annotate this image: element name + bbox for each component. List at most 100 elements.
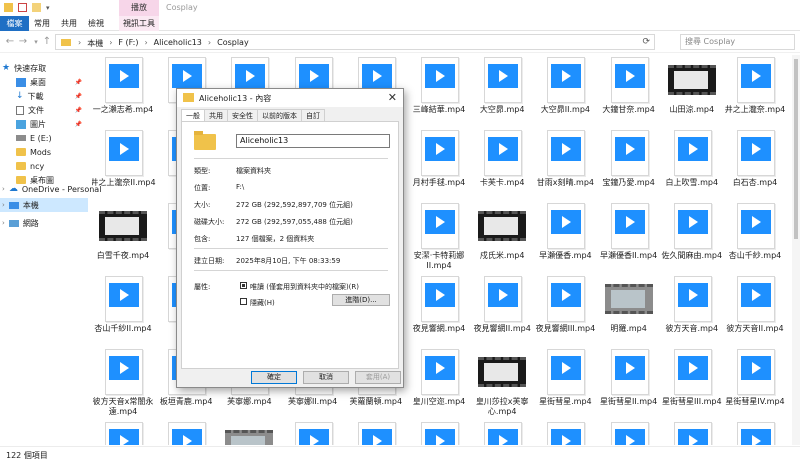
file-item[interactable]: 彼方天音x常闇永遠.mp4	[92, 347, 153, 417]
file-item[interactable]: 井之上瀧奈II.mp4	[92, 128, 156, 198]
file-item[interactable]	[408, 420, 468, 445]
tab-view[interactable]: 檢視	[85, 16, 107, 31]
file-item[interactable]	[218, 420, 278, 445]
file-item[interactable]: 安潔·卡特莉娜II.mp4	[408, 201, 468, 271]
readonly-checkbox[interactable]	[240, 282, 247, 289]
video-file-icon	[673, 130, 712, 176]
refresh-icon[interactable]: ⟳	[642, 37, 650, 47]
sidebar-item-this-pc[interactable]: › 本機	[0, 198, 88, 212]
breadcrumb-aliceholic13[interactable]: Aliceholic13	[154, 38, 202, 49]
chevron-right-icon[interactable]: ›	[2, 185, 5, 193]
sidebar-item-label: Mods	[30, 147, 52, 157]
up-button[interactable]: ↑	[42, 36, 52, 48]
file-item[interactable]	[155, 420, 215, 445]
file-item[interactable]: 夜見響網III.mp4	[534, 274, 595, 344]
file-item[interactable]: 彼方天音II.mp4	[724, 274, 784, 344]
file-name: 戍氏米.mp4	[479, 251, 525, 260]
scrollbar-thumb[interactable]	[794, 59, 798, 239]
customize-toolbar-icon[interactable]: ▾	[46, 4, 50, 12]
file-item[interactable]: 山田涼.mp4	[661, 55, 721, 125]
sidebar-item-mods[interactable]: Mods	[16, 145, 51, 159]
file-item[interactable]: 白上吹雪.mp4	[661, 128, 721, 198]
file-item[interactable]: 星街彗星IV.mp4	[724, 347, 785, 417]
hidden-checkbox[interactable]	[240, 298, 247, 305]
file-item[interactable]: 杏山千紗.mp4	[724, 201, 784, 271]
file-item[interactable]: 大空昴.mp4	[471, 55, 531, 125]
chevron-right-icon[interactable]: ›	[2, 219, 5, 227]
properties-icon[interactable]	[18, 3, 27, 12]
file-item[interactable]: 佐久間麻由.mp4	[661, 201, 722, 271]
file-item[interactable]	[471, 420, 531, 445]
file-name: 安潔·卡特莉娜II.mp4	[413, 251, 465, 270]
tab-share[interactable]: 共用	[58, 16, 80, 31]
video-file-icon	[547, 57, 586, 103]
file-item[interactable]: 星街彗星II.mp4	[598, 347, 658, 417]
file-item[interactable]: 早瀬優香II.mp4	[598, 201, 658, 271]
breadcrumb-cosplay[interactable]: Cosplay	[217, 38, 249, 49]
file-item[interactable]: 宝鐘乃愛.mp4	[598, 128, 658, 198]
file-item[interactable]: 一之瀨志希.mp4	[92, 55, 153, 125]
address-bar[interactable]: › 本機 › F (F:) › Aliceholic13 › Cosplay ⟳	[55, 34, 655, 50]
chevron-right-icon[interactable]: ›	[2, 201, 5, 209]
file-item[interactable]	[92, 420, 152, 445]
file-item[interactable]: 星街彗星.mp4	[534, 347, 594, 417]
sidebar-item-pictures[interactable]: 圖片 📌	[16, 117, 88, 131]
sidebar-item-desktop[interactable]: 桌面 📌	[16, 75, 88, 89]
file-item[interactable]	[598, 420, 658, 445]
file-item[interactable]: 星街彗星III.mp4	[661, 347, 722, 417]
tab-file[interactable]: 檔案	[0, 16, 29, 31]
video-file-icon	[610, 349, 649, 395]
file-item[interactable]: 夜見響網.mp4	[408, 274, 468, 344]
file-item[interactable]: 大鐘甘奈.mp4	[598, 55, 658, 125]
file-item[interactable]: 明羅.mp4	[598, 274, 658, 344]
file-item[interactable]: 卡芙卡.mp4	[471, 128, 531, 198]
folder-name-input[interactable]: Aliceholic13	[236, 134, 390, 148]
sidebar-item-quick-access[interactable]: ★ 快速存取	[2, 61, 46, 75]
recent-locations-icon[interactable]: ▾	[31, 36, 41, 48]
tab-home[interactable]: 常用	[31, 16, 53, 31]
file-item[interactable]: 杏山千紗II.mp4	[92, 274, 152, 344]
tab-video-tools[interactable]: 視訊工具	[119, 16, 159, 31]
sidebar-item-ncy[interactable]: ncy	[16, 159, 44, 173]
file-item[interactable]: 月村手毬.mp4	[408, 128, 468, 198]
file-item[interactable]: 皇川莎拉x芙寧心.mp4	[471, 347, 531, 417]
ok-button[interactable]: 確定	[251, 371, 297, 384]
file-item[interactable]: 井之上瀧奈.mp4	[724, 55, 785, 125]
breadcrumb-this-pc[interactable]: 本機	[87, 38, 103, 49]
sidebar-item-label: OneDrive - Personal	[21, 184, 102, 194]
file-item[interactable]: 皇川空迩.mp4	[408, 347, 468, 417]
file-item[interactable]: 甘雨x刻晴.mp4	[534, 128, 594, 198]
apply-button[interactable]: 套用(A)	[355, 371, 401, 384]
file-item[interactable]: 戍氏米.mp4	[471, 201, 531, 271]
file-item[interactable]: 白雪千夜.mp4	[92, 201, 152, 271]
video-thumbnail	[478, 211, 527, 241]
file-item[interactable]	[724, 420, 784, 445]
file-name: 大鐘甘奈.mp4	[602, 105, 655, 114]
file-item[interactable]: 早瀬優香.mp4	[534, 201, 594, 271]
thumbnail-frame	[105, 217, 139, 235]
sidebar-item-drive-e[interactable]: E (E:)	[16, 131, 52, 145]
file-item[interactable]	[661, 420, 721, 445]
sidebar-item-downloads[interactable]: ↓ 下載 📌	[16, 89, 88, 103]
file-item[interactable]: 三峰結華.mp4	[408, 55, 468, 125]
file-item[interactable]: 白石杏.mp4	[724, 128, 784, 198]
advanced-button[interactable]: 進階(D)...	[332, 294, 390, 306]
file-item[interactable]: 大空昴II.mp4	[534, 55, 594, 125]
breadcrumb-drive[interactable]: F (F:)	[118, 38, 138, 49]
video-file-icon	[547, 203, 586, 249]
new-folder-icon[interactable]	[32, 3, 41, 12]
sidebar-item-onedrive[interactable]: › ☁ OneDrive - Personal	[2, 182, 101, 196]
search-input[interactable]: 搜尋 Cosplay	[680, 34, 795, 50]
forward-button[interactable]: →	[18, 36, 28, 48]
cancel-button[interactable]: 取消	[303, 371, 349, 384]
sidebar-item-network[interactable]: › 網路	[2, 216, 39, 230]
file-item[interactable]	[345, 420, 405, 445]
back-button[interactable]: ←	[5, 36, 15, 48]
file-item[interactable]	[282, 420, 342, 445]
close-icon[interactable]: ✕	[388, 91, 397, 104]
scrollbar[interactable]	[792, 55, 800, 445]
sidebar-item-documents[interactable]: 文件 📌	[16, 103, 88, 117]
file-item[interactable]: 夜見響網II.mp4	[471, 274, 531, 344]
file-item[interactable]: 彼方天音.mp4	[661, 274, 721, 344]
file-item[interactable]	[534, 420, 594, 445]
